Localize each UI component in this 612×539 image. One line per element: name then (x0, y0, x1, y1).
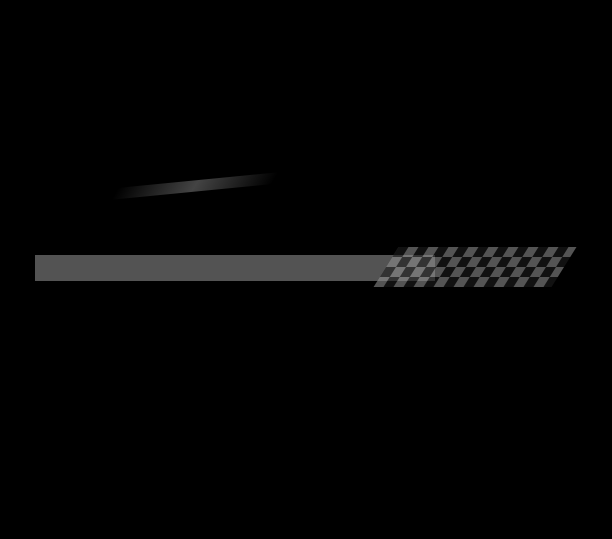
curve-layer (0, 0, 612, 539)
dyno-chart (0, 0, 612, 539)
left-axis-label (0, 227, 13, 267)
